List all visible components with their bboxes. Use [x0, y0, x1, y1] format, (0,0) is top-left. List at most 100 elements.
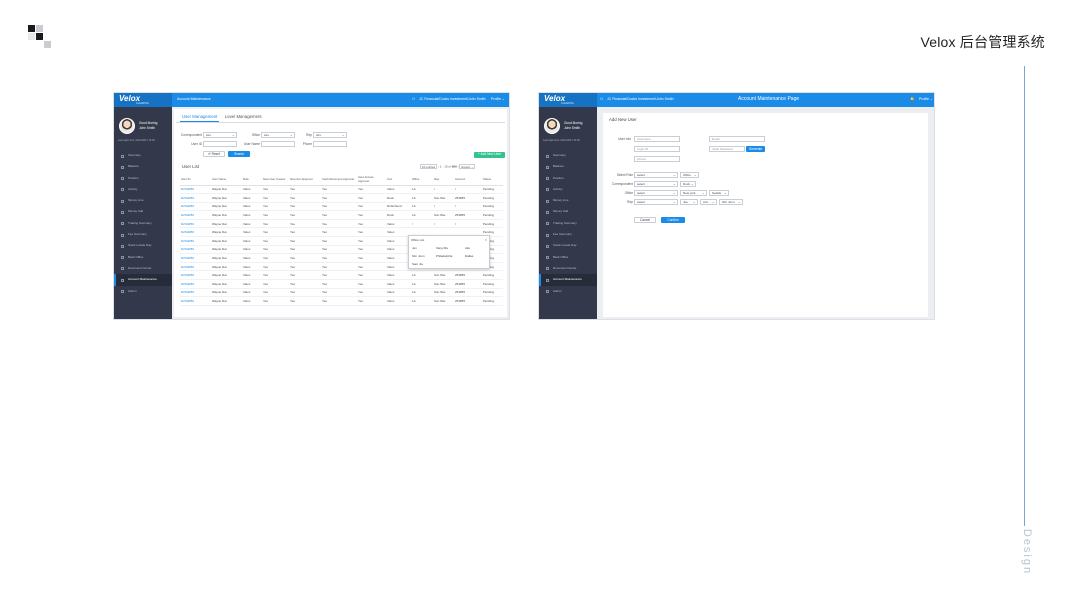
generate-button[interactable]: Generate [746, 146, 765, 152]
sidebar-item-account-maintenance[interactable]: Account Maintenance [114, 274, 172, 286]
initial-password-input[interactable]: Initial Password [709, 146, 745, 152]
role-select[interactable]: select [634, 172, 678, 178]
phone-input[interactable]: iphone [634, 156, 680, 162]
sidebar-item-stock-locate-day[interactable]: Stock Locate Day [114, 240, 172, 251]
reset-button[interactable]: ↺ Reset [203, 151, 225, 157]
brand-logo[interactable]: Velox CLEARING [539, 93, 597, 107]
office-seattle-select[interactable]: Seattle [709, 190, 729, 196]
sidebar-item-admin[interactable]: Admin [114, 286, 172, 297]
brand-logo[interactable]: Velox CLEARING [114, 93, 172, 107]
office-option[interactable]: Sim Joon [412, 254, 425, 258]
avatar[interactable] [544, 118, 560, 134]
profile-menu[interactable]: Profile ⌄ [919, 97, 933, 101]
user-id-link[interactable]: D2S4R56 [180, 279, 211, 289]
sidebar-item-summary[interactable]: Summary [539, 150, 597, 161]
sidebar-item-balance[interactable]: Balance [114, 161, 172, 172]
table-row[interactable]: D2S4R56 Wayne Dai Velox Yes Yes Yes Yes Duck LA S… [180, 193, 503, 203]
profile-menu[interactable]: Profile ⌄ [491, 97, 505, 101]
sidebar-item-document-center[interactable]: Document Center [114, 263, 172, 274]
office-option[interactable]: Vang Ma [436, 246, 448, 250]
table-row[interactable]: D2S4R56Wayne DaiVeloxYesYesYesYesVeloxLA… [180, 288, 503, 298]
correspondent-select[interactable]: select [634, 181, 678, 187]
sidebar-item-money-line[interactable]: Money Line [539, 195, 597, 206]
rep-sim-joon-select[interactable]: Sim Joon [719, 199, 743, 205]
table-row[interactable]: D2S4R56Wayne DaiVeloxYesYesYesYesVeloxLA… [180, 270, 503, 281]
avatar[interactable] [119, 118, 135, 134]
user-id-link[interactable]: D2S4R56 [180, 270, 211, 281]
chevron-left-icon[interactable]: ‹ [438, 164, 439, 168]
sidebar-item-admin[interactable]: Admin [539, 286, 597, 297]
close-icon[interactable]: × [485, 237, 487, 242]
user-id-link[interactable]: D2S4R56 [180, 185, 211, 195]
username-input[interactable]: Username [634, 136, 680, 142]
rep-select[interactable]: ALL [313, 132, 347, 138]
sidebar-item-fee-summary[interactable]: Fee Summary [114, 229, 172, 240]
office-option[interactable]: Dallas [465, 254, 473, 258]
sidebar-item-document-center[interactable]: Document Center [539, 263, 597, 274]
role-office-select[interactable]: Office [680, 172, 699, 178]
add-user-form: Add New User User Info Username Email Lo… [603, 113, 928, 317]
sidebar-item-summary[interactable]: Summary [114, 150, 172, 161]
sidebar-item-money-line[interactable]: Money Line [114, 195, 172, 206]
entries-select[interactable]: 10 entries [420, 164, 438, 169]
sidebar-item-money-call[interactable]: Money Call [114, 206, 172, 217]
office-option[interactable]: Philadelphia [436, 254, 452, 258]
user-id-link[interactable]: D2S4R56 [180, 296, 211, 306]
phone-input[interactable] [313, 141, 347, 147]
confirm-button[interactable]: Confirm [661, 217, 685, 223]
table-row[interactable]: D2S4R56 Wayne Dai Velox Yes Yes Yes Yes Duck LA S… [180, 210, 503, 220]
office-option[interactable]: Alei [465, 246, 470, 250]
table-row[interactable]: D2S4R56 Wayne Dai Velox Yes Yes Yes Yes Velox / /… [180, 219, 503, 229]
correspondent-value-select[interactable]: Duck [680, 181, 696, 187]
office-option[interactable]: Sam Jia [412, 262, 423, 266]
bell-icon[interactable]: 🔔 [910, 97, 914, 101]
user-id-link[interactable]: D2S4R56 [180, 210, 211, 220]
user-id-link[interactable]: D2S4R56 [180, 236, 211, 246]
user-id-link[interactable]: D2S4R56 [180, 288, 211, 298]
user-id-link[interactable]: D2S4R56 [180, 245, 211, 255]
sidebar-item-trading-summary[interactable]: Trading Summary [539, 218, 597, 229]
table-row[interactable]: D2S4R56Wayne DaiVeloxYesYesYesYesVeloxLA… [180, 185, 503, 195]
user-id-link[interactable]: D2S4R56 [180, 193, 211, 203]
sidebar-item-activity[interactable]: Activity [114, 184, 172, 195]
export-button[interactable]: Export ⌄ [459, 164, 476, 169]
user-id-link[interactable]: D2S4R56 [180, 253, 211, 263]
rep-select[interactable]: select [634, 199, 678, 205]
tab-level-management[interactable]: Level Management [223, 113, 264, 122]
sidebar-item-balance[interactable]: Balance [539, 161, 597, 172]
sidebar-item-back-office[interactable]: Back Office [539, 252, 597, 263]
sidebar-item-fee-summary[interactable]: Fee Summary [539, 229, 597, 240]
table-row[interactable]: D2S4R56 Wayne Dai Velox Yes Yes Yes Yes Robinho… [180, 202, 503, 212]
rep-ann-select[interactable]: Ann [700, 199, 717, 205]
cancel-button[interactable]: Cancel [634, 217, 656, 223]
sidebar-item-position[interactable]: Position [539, 173, 597, 184]
user-id-link[interactable]: D2S4R56 [180, 219, 211, 229]
sidebar-item-label: Balance [128, 164, 139, 169]
user-id-link[interactable]: D2S4R56 [180, 227, 211, 238]
sidebar-item-stock-locate-day[interactable]: Stock Locate Day [539, 240, 597, 251]
sidebar-item-trading-summary[interactable]: Trading Summary [114, 218, 172, 229]
email-input[interactable]: Email [709, 136, 765, 142]
office-select[interactable]: select [634, 190, 678, 196]
sidebar-item-activity[interactable]: Activity [539, 184, 597, 195]
correspondent-select[interactable]: ALL [203, 132, 237, 138]
chevron-right-icon[interactable]: › [458, 164, 459, 168]
office-new-york-select[interactable]: New york [680, 190, 707, 196]
sidebar-item-position[interactable]: Position [114, 173, 172, 184]
table-row[interactable]: D2S4R56Wayne DaiVeloxYesYesYesYesVeloxLA… [180, 296, 503, 306]
sidebar-item-account-maintenance[interactable]: Account Maintenance [539, 274, 597, 286]
add-new-user-button[interactable]: + Add New User [474, 152, 505, 158]
user-id-link[interactable]: D2S4R56 [180, 202, 211, 212]
user-id-input[interactable] [203, 141, 237, 147]
tab-user-management[interactable]: User Management [180, 113, 220, 122]
rep-joe-select[interactable]: Joe [680, 199, 698, 205]
office-select[interactable]: ALL [261, 132, 295, 138]
user-id-link[interactable]: D2S4R56 [180, 262, 211, 272]
office-option[interactable]: Jen [412, 246, 417, 250]
user-name-input[interactable] [261, 141, 295, 147]
search-button[interactable]: Search [228, 151, 250, 157]
login-id-input[interactable]: Login ID [634, 146, 680, 152]
table-row[interactable]: D2S4R56Wayne DaiVeloxYesYesYesYesVeloxLA… [180, 279, 503, 289]
sidebar-item-money-call[interactable]: Money Call [539, 206, 597, 217]
sidebar-item-back-office[interactable]: Back Office [114, 252, 172, 263]
